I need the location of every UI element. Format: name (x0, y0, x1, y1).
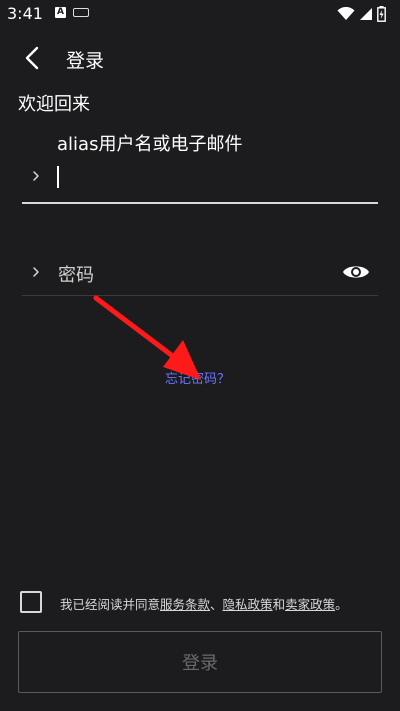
back-button[interactable] (16, 42, 48, 74)
chevron-left-icon (25, 46, 39, 70)
agreement-text: 我已经阅读并同意服务条款、隐私政策和卖家政策。 (60, 594, 348, 613)
notification-a-icon: A (55, 7, 66, 18)
login-button[interactable]: 登录 (18, 631, 382, 693)
eye-icon[interactable] (342, 262, 370, 282)
password-field[interactable]: 密码 (22, 252, 378, 296)
agreement-separator: 、 (210, 597, 223, 612)
agreement-suffix: 。 (335, 597, 348, 612)
welcome-text: 欢迎回来 (18, 94, 90, 115)
status-icons (337, 5, 386, 23)
chevron-right-icon (33, 267, 39, 277)
username-field[interactable] (22, 158, 378, 204)
agreement-prefix: 我已经阅读并同意 (60, 597, 161, 612)
chevron-right-icon (33, 171, 39, 181)
agree-checkbox[interactable] (20, 591, 42, 613)
agreement-row: 我已经阅读并同意服务条款、隐私政策和卖家政策。 (20, 591, 390, 615)
status-bar: 3:41 A (0, 0, 400, 28)
privacy-policy-link[interactable]: 隐私政策 (223, 597, 273, 612)
username-label: alias用户名或电子邮件 (57, 134, 243, 155)
text-cursor (57, 166, 59, 188)
status-time: 3:41 (7, 4, 43, 23)
keyboard-icon (73, 8, 89, 17)
battery-icon (377, 6, 386, 22)
wifi-icon (337, 7, 355, 20)
terms-of-service-link[interactable]: 服务条款 (160, 597, 210, 612)
login-screen: 3:41 A 登录 欢迎回来 alias用户名或电子邮件 密码 忘记密码？ 我已… (0, 0, 400, 711)
seller-policy-link[interactable]: 卖家政策 (285, 597, 335, 612)
forgot-password-link[interactable]: 忘记密码？ (165, 368, 230, 387)
password-placeholder: 密码 (58, 265, 94, 286)
signal-icon (360, 8, 372, 20)
header: 登录 (0, 38, 400, 78)
page-title: 登录 (66, 50, 105, 72)
agreement-and: 和 (272, 597, 286, 612)
